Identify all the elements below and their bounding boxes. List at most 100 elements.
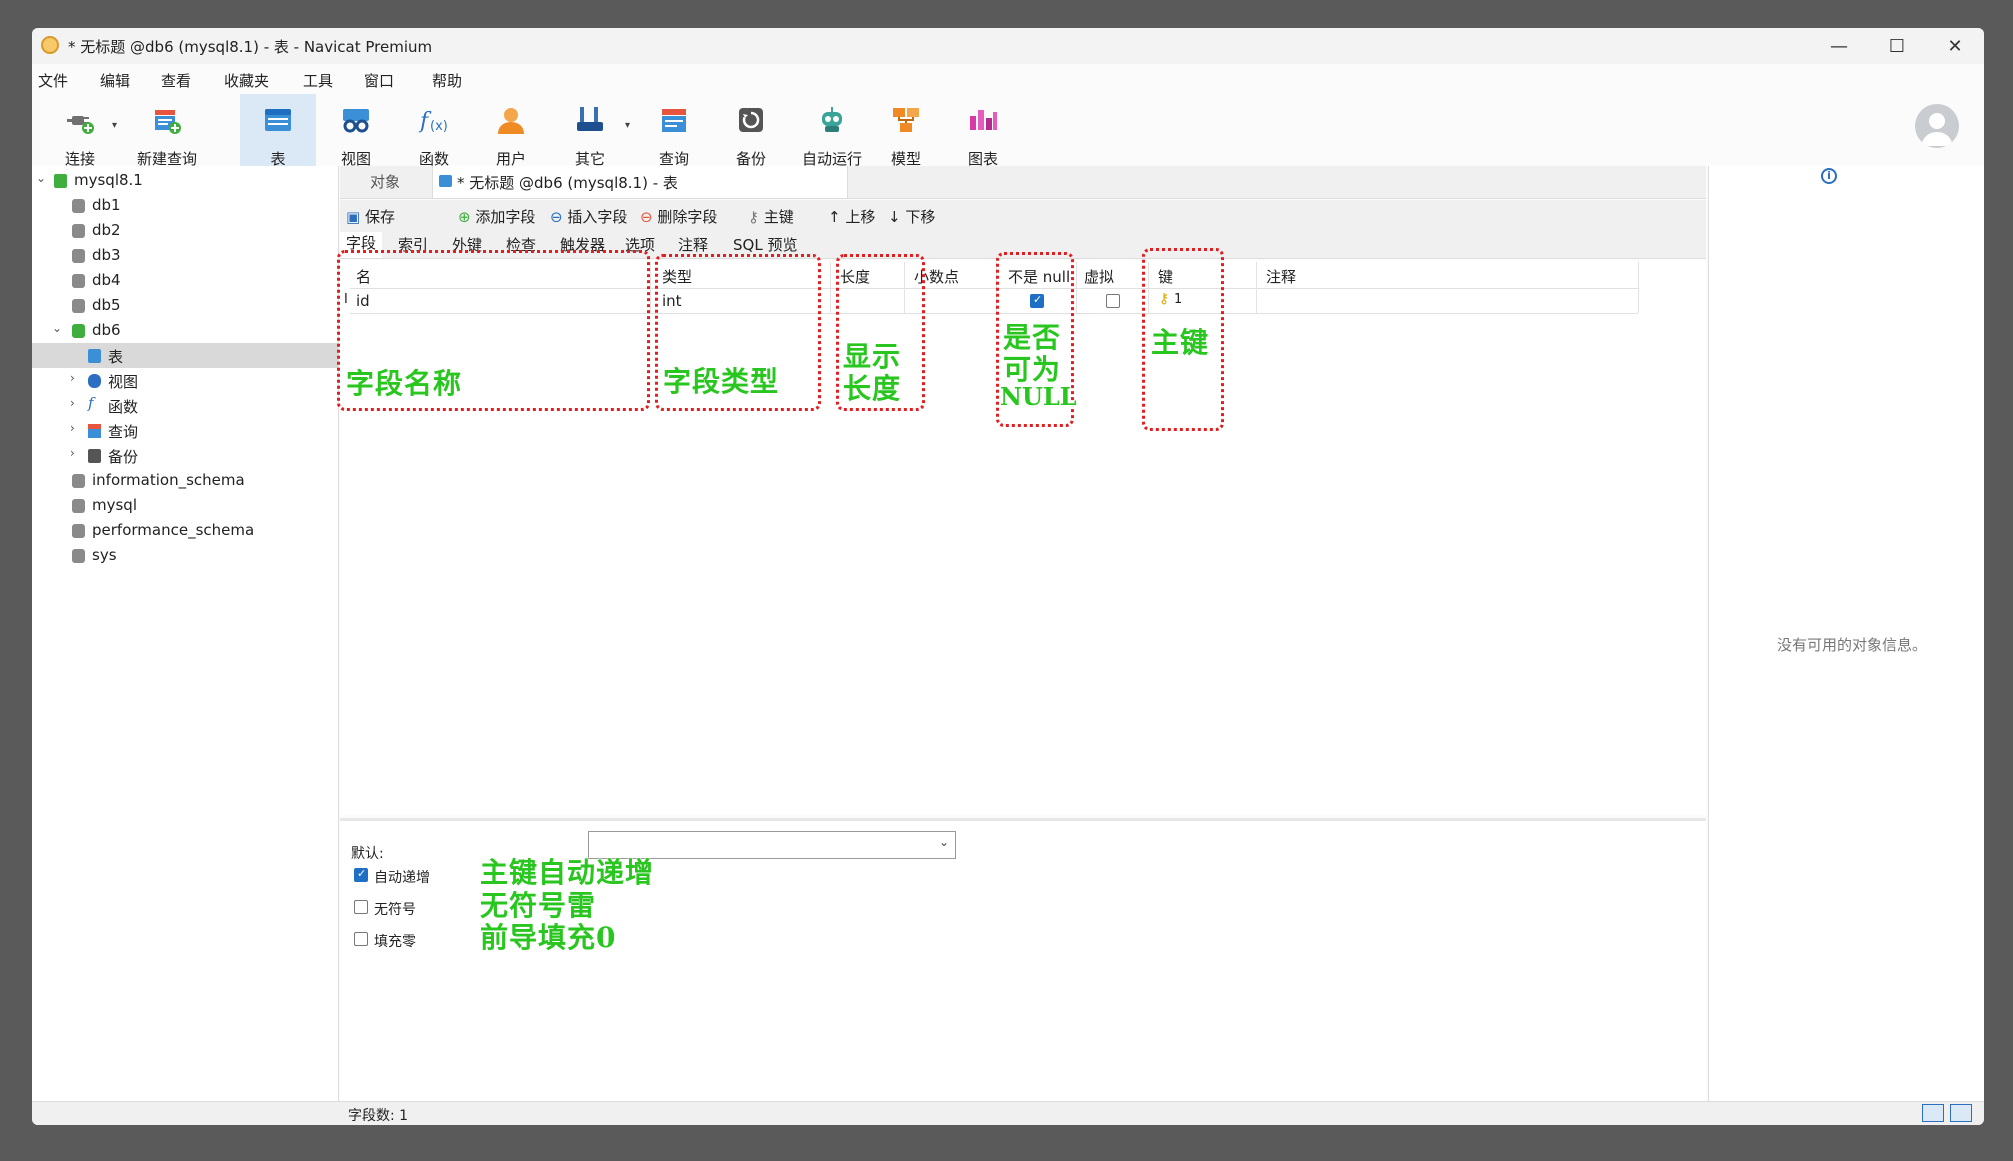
menu-help[interactable]: 帮助 (432, 70, 462, 91)
unsigned-checkbox[interactable] (354, 900, 368, 914)
user-avatar-icon (1921, 113, 1953, 146)
tree-db-mysql[interactable]: mysql (32, 493, 338, 518)
avatar[interactable] (1915, 104, 1959, 148)
field-toolbar: ▣ 保存 ⊕ 添加字段 ⊖ 插入字段 ⊖ 删除字段 ⚷ 主键 ↑ 上移 ↓ 下移 (340, 200, 1706, 232)
tree-item-views[interactable]: › 视图 (32, 368, 338, 393)
menu-window[interactable]: 窗口 (364, 70, 394, 91)
arrow-down-icon: ↓ (888, 208, 901, 226)
chevron-down-icon: ⌄ (938, 835, 949, 849)
tree-db-information-schema[interactable]: information_schema (32, 468, 338, 493)
fields-grid: 名 类型 长度 小数点 不是 null 虚拟 键 注释 I id int ⚷ 1 (337, 248, 1706, 815)
tree-label: 视图 (108, 373, 139, 391)
column-divider (1638, 262, 1639, 313)
minimize-button[interactable]: — (1810, 28, 1868, 64)
zerofill-checkbox[interactable] (354, 932, 368, 946)
subtab-comment[interactable]: 注释 (678, 234, 708, 255)
column-header-virtual[interactable]: 虚拟 (1084, 266, 1114, 287)
database-icon (72, 224, 85, 238)
tree-item-functions[interactable]: › f 函数 (32, 393, 338, 418)
database-icon (72, 299, 85, 313)
delete-field-button[interactable]: ⊖ 删除字段 (640, 206, 717, 227)
virtual-checkbox[interactable] (1106, 294, 1120, 308)
close-button[interactable]: ✕ (1926, 28, 1984, 64)
function-icon: f (x) (418, 109, 448, 134)
backup-icon (88, 449, 101, 463)
tree-connection-mysql[interactable]: ⌄ mysql8.1 (32, 168, 338, 193)
tree-label: mysql (92, 496, 137, 514)
add-field-button[interactable]: ⊕ 添加字段 (458, 206, 535, 227)
tree-label: 备份 (108, 448, 139, 466)
annotation-zerofill: 前导填充0 (480, 921, 617, 954)
toggle-left-panel-icon[interactable] (1922, 1104, 1944, 1122)
save-icon: ▣ (346, 208, 361, 226)
tree-db-db4[interactable]: db4 (32, 268, 338, 293)
primary-key-button[interactable]: ⚷ 主键 (748, 206, 794, 227)
tree-db-db2[interactable]: db2 (32, 218, 338, 243)
tab-objects[interactable]: 对象 (340, 166, 430, 198)
info-icon[interactable]: i (1821, 168, 1837, 184)
tree-item-queries[interactable]: › 查询 (32, 418, 338, 443)
other-dropdown-icon[interactable]: ▾ (625, 120, 630, 131)
database-icon (72, 474, 85, 488)
save-button[interactable]: ▣ 保存 (346, 206, 395, 227)
object-info-pane: i 没有可用的对象信息。 (1708, 166, 1984, 1101)
chevron-down-icon[interactable]: ⌄ (36, 171, 46, 185)
chevron-down-icon[interactable]: ⌄ (52, 321, 62, 335)
annotation-field-name: 字段名称 (346, 367, 463, 400)
plug-icon (67, 116, 94, 134)
maximize-button[interactable]: ☐ (1868, 28, 1926, 64)
column-header-comment[interactable]: 注释 (1266, 266, 1296, 287)
empty-info-message: 没有可用的对象信息。 (1777, 636, 1928, 654)
tree-label: db4 (92, 271, 121, 289)
tree-label: db2 (92, 221, 121, 239)
tree-db-db6[interactable]: ⌄ db6 (32, 318, 338, 343)
tree-db-db1[interactable]: db1 (32, 193, 338, 218)
app-icon (41, 36, 59, 54)
tab-table-design[interactable]: * 无标题 @db6 (mysql8.1) - 表 (432, 166, 848, 198)
tree-db-db5[interactable]: db5 (32, 293, 338, 318)
query-icon (88, 424, 101, 438)
view-icon (343, 109, 369, 133)
auto-increment-checkbox[interactable] (354, 867, 368, 882)
table-icon (88, 349, 101, 363)
tree-label: db5 (92, 296, 121, 314)
menu-view[interactable]: 查看 (161, 70, 191, 91)
add-field-label: 添加字段 (475, 208, 536, 226)
tree-db-sys[interactable]: sys (32, 543, 338, 568)
toggle-right-panel-icon[interactable] (1950, 1104, 1972, 1122)
chevron-right-icon[interactable]: › (70, 371, 75, 385)
menu-edit[interactable]: 编辑 (100, 70, 130, 91)
menu-bar: 文件 编辑 查看 收藏夹 工具 窗口 帮助 (32, 66, 1984, 92)
menu-file[interactable]: 文件 (38, 70, 68, 91)
connect-dropdown-icon[interactable]: ▾ (112, 120, 117, 131)
tree-item-backups[interactable]: › 备份 (32, 443, 338, 468)
svg-text:(x): (x) (430, 119, 448, 134)
chevron-right-icon[interactable]: › (70, 446, 75, 460)
tree-label: performance_schema (92, 521, 255, 539)
tree-db-db3[interactable]: db3 (32, 243, 338, 268)
move-down-button[interactable]: ↓ 下移 (888, 206, 935, 227)
database-icon (72, 499, 85, 513)
save-label: 保存 (364, 208, 395, 226)
menu-favorites[interactable]: 收藏夹 (224, 70, 269, 91)
database-icon (72, 549, 85, 563)
backup-icon (739, 108, 763, 132)
database-icon (72, 199, 85, 213)
move-up-label: 上移 (845, 208, 876, 226)
add-icon: ⊕ (458, 208, 471, 226)
tree-db-performance-schema[interactable]: performance_schema (32, 518, 338, 543)
chevron-right-icon[interactable]: › (70, 421, 75, 435)
insert-icon: ⊖ (550, 208, 563, 226)
menu-tools[interactable]: 工具 (303, 70, 333, 91)
chevron-right-icon[interactable]: › (70, 396, 75, 410)
tree-item-tables[interactable]: 表 (32, 343, 338, 368)
subtab-sql-preview[interactable]: SQL 预览 (733, 234, 797, 255)
field-properties-panel: 默认: ⌄ 自动递增 无符号 填充零 主键自动递增 无符号雷 前导填充0 (340, 818, 1706, 1104)
document-tabs: 对象 * 无标题 @db6 (mysql8.1) - 表 (340, 166, 1706, 199)
navicat-window: * 无标题 @db6 (mysql8.1) - 表 - Navicat Prem… (32, 28, 1984, 1125)
tree-label: db6 (92, 321, 121, 339)
move-up-button[interactable]: ↑ 上移 (828, 206, 875, 227)
insert-field-button[interactable]: ⊖ 插入字段 (550, 206, 627, 227)
default-label: 默认: (351, 846, 384, 862)
query-icon (662, 109, 686, 132)
